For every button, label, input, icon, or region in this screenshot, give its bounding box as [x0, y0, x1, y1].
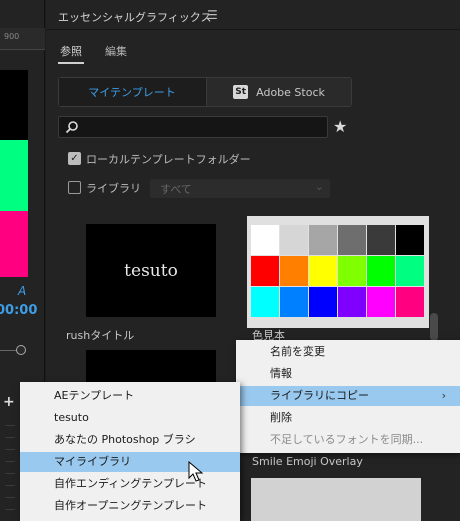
library-label: ライブラリ: [86, 182, 141, 195]
menu-item-delete[interactable]: 削除: [236, 408, 460, 428]
submenu-item[interactable]: AEテンプレート: [20, 386, 240, 406]
submenu-item-label: あなたの Photoshop ブラシ: [54, 433, 196, 446]
menu-item-info[interactable]: 情報: [236, 364, 460, 384]
tab-active-underline: [58, 62, 84, 64]
color-cell: [280, 287, 308, 317]
menu-item-label: 削除: [270, 411, 292, 424]
adobe-stock-icon: St: [233, 85, 249, 99]
color-cell: [338, 287, 366, 317]
menu-item-label: ライブラリにコピー: [270, 389, 369, 402]
color-cell: [280, 225, 308, 255]
color-cell: [367, 256, 395, 286]
template-thumbnail-rush[interactable]: tesuto: [86, 224, 216, 317]
template-thumbnail-emoji[interactable]: [251, 478, 421, 521]
submenu-item[interactable]: 自作オープニングテンプレート: [20, 496, 240, 516]
menu-item-label: 不足しているフォントを同期...: [270, 433, 424, 446]
thumbnail-caption-emoji: Smile Emoji Overlay: [252, 455, 363, 468]
menu-item-copy-to-library[interactable]: ライブラリにコピー ›: [236, 386, 460, 406]
library-dropdown-value: すべて: [160, 183, 192, 196]
chevron-down-icon: ⌄: [314, 180, 324, 193]
color-cell: [396, 287, 424, 317]
library-submenu: AEテンプレート tesuto あなたの Photoshop ブラシ マイライブ…: [20, 382, 240, 521]
thumbnail-caption-rush: rushタイトル: [66, 329, 135, 342]
menu-item-label: 名前を変更: [270, 345, 325, 358]
a-glyph: A: [18, 284, 27, 298]
color-cell: [396, 225, 424, 255]
menu-item-rename[interactable]: 名前を変更: [236, 342, 460, 362]
submenu-item-label: AEテンプレート: [54, 389, 135, 402]
thumbnail-text: tesuto: [124, 260, 178, 281]
submenu-item-label: tesuto: [54, 411, 89, 424]
color-bar-green: [0, 140, 28, 211]
color-cell: [309, 225, 337, 255]
chevron-right-icon: ›: [441, 389, 446, 402]
color-cell: [396, 256, 424, 286]
context-menu: 名前を変更 情報 ライブラリにコピー › 削除 不足しているフォントを同期...: [236, 340, 460, 453]
add-icon[interactable]: +: [3, 394, 15, 410]
color-cell: [338, 256, 366, 286]
segment-my-templates[interactable]: マイテンプレート: [59, 78, 205, 106]
color-cell: [309, 287, 337, 317]
search-icon: [65, 121, 78, 134]
timecode-fragment: 00:00: [0, 303, 38, 318]
tab-edit[interactable]: 編集: [105, 43, 127, 59]
color-cell: [309, 256, 337, 286]
ruler-label: 900: [4, 32, 20, 41]
submenu-item[interactable]: あなたの Photoshop ブラシ: [20, 430, 240, 450]
color-bar-pink: [0, 211, 28, 277]
color-cell: [367, 287, 395, 317]
left-grid: [5, 425, 15, 521]
video-preview-black: [0, 70, 28, 140]
submenu-item[interactable]: tesuto: [20, 408, 240, 428]
panel-title: エッセンシャルグラフィックス: [58, 11, 212, 24]
submenu-item[interactable]: 自作エンディングテンプレート: [20, 474, 240, 494]
segment-adobe-stock-label: Adobe Stock: [256, 85, 325, 99]
template-thumbnail-color-swatch[interactable]: [247, 216, 429, 328]
color-cell: [367, 225, 395, 255]
local-templates-checkbox[interactable]: ✓: [68, 152, 81, 165]
color-cell: [251, 256, 279, 286]
mouse-pointer-icon: [188, 461, 204, 482]
tab-browse[interactable]: 参照: [60, 43, 82, 59]
star-icon[interactable]: ★: [333, 117, 347, 136]
left-slider-handle[interactable]: [16, 345, 26, 355]
submenu-item-my-library[interactable]: マイライブラリ: [20, 452, 240, 472]
color-cell: [251, 225, 279, 255]
color-cell: [338, 225, 366, 255]
local-templates-label: ローカルテンプレートフォルダー: [86, 153, 251, 166]
submenu-item-label: 自作オープニングテンプレート: [54, 499, 208, 512]
submenu-item-label: マイライブラリ: [54, 455, 131, 468]
search-input[interactable]: [83, 119, 327, 137]
segment-adobe-stock[interactable]: St Adobe Stock: [206, 78, 351, 106]
color-cell: [251, 287, 279, 317]
color-cell: [280, 256, 308, 286]
library-dropdown[interactable]: すべて ⌄: [150, 179, 330, 198]
submenu-item-label: 自作エンディングテンプレート: [54, 477, 207, 490]
menu-item-sync-fonts: 不足しているフォントを同期...: [236, 430, 460, 450]
search-field[interactable]: [58, 116, 328, 138]
library-checkbox[interactable]: [68, 181, 81, 194]
scrollbar-thumb[interactable]: [430, 313, 438, 341]
menu-item-label: 情報: [270, 367, 292, 380]
time-ruler: 900: [0, 28, 45, 50]
hamburger-icon[interactable]: ☰: [207, 8, 218, 22]
segment-my-templates-label: マイテンプレート: [88, 86, 176, 99]
